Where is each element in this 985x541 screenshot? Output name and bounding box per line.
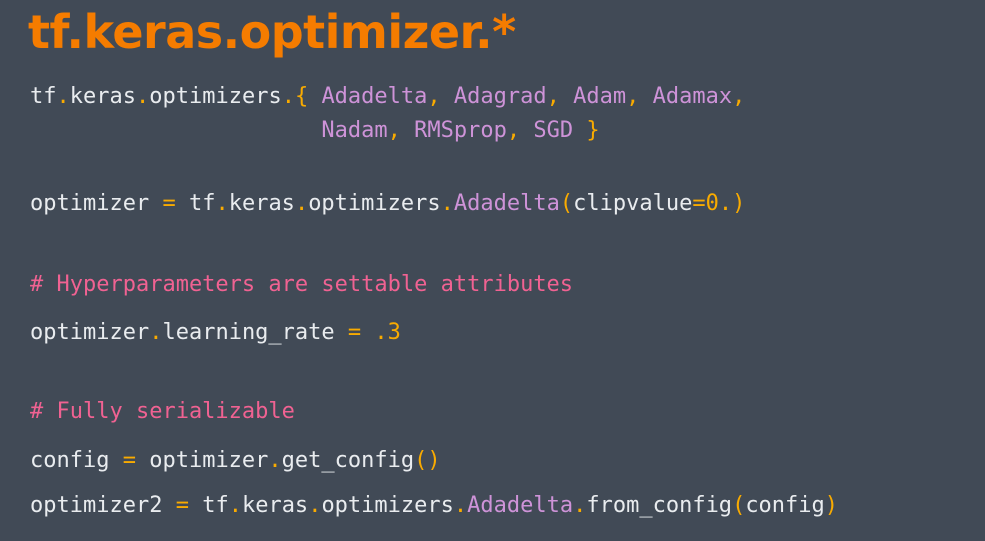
- code-token: optimizer2: [30, 493, 176, 518]
- code-token: .: [281, 84, 295, 109]
- code-token: (): [414, 448, 441, 473]
- code-line-optimizers-list: tf.keras.optimizers.{ Adadelta, Adagrad,…: [30, 80, 745, 114]
- code-token: Adagrad: [453, 84, 547, 109]
- code-block: tf.keras.optimizers.{ Adadelta, Adagrad,…: [30, 80, 838, 530]
- code-token: .: [268, 448, 282, 473]
- code-token: Adam: [573, 84, 627, 109]
- code-token: ,: [546, 84, 574, 109]
- code-token: (: [559, 191, 574, 216]
- code-line-from-config: optimizer2 = tf.keras.optimizers.Adadelt…: [30, 489, 838, 523]
- code-line-get-config: config = optimizer.get_config(): [30, 444, 441, 478]
- code-token: ,: [626, 84, 653, 109]
- code-token: tf: [188, 493, 229, 518]
- code-token: config: [30, 448, 123, 473]
- code-line-optimizers-list-cont: Nadam, RMSprop, SGD }: [30, 114, 600, 148]
- code-token: optimizers: [308, 191, 441, 216]
- code-token: {: [294, 84, 322, 109]
- code-token: SGD: [533, 118, 574, 143]
- code-token: keras: [69, 84, 136, 109]
- code-token: get_config: [281, 448, 415, 473]
- code-token: Adamax: [652, 84, 733, 109]
- code-token: ): [824, 493, 839, 518]
- code-token: .: [215, 191, 229, 216]
- code-token: tf: [30, 84, 57, 109]
- code-token: optimizers: [149, 84, 282, 109]
- code-token: optimizer: [135, 448, 269, 473]
- code-token: learning_rate: [162, 320, 348, 345]
- code-token: .: [135, 84, 150, 109]
- code-token: .: [573, 493, 587, 518]
- code-line-optimizer-assign: optimizer = tf.keras.optimizers.Adadelta…: [30, 187, 745, 221]
- code-token: RMSprop: [414, 118, 507, 143]
- code-token: .: [149, 320, 163, 345]
- slide-title: tf.keras.optimizer.*: [28, 5, 516, 59]
- code-token: ): [732, 191, 746, 216]
- code-token: ,: [427, 84, 454, 109]
- code-token: .: [440, 191, 454, 216]
- code-token: Adadelta: [467, 493, 574, 518]
- code-token: ,: [387, 118, 415, 143]
- code-token: clipvalue: [573, 191, 693, 216]
- code-token: keras: [228, 191, 295, 216]
- code-token: from_config: [586, 493, 733, 518]
- code-token: (: [732, 493, 746, 518]
- code-token: keras: [241, 493, 309, 518]
- code-token: .: [228, 493, 242, 518]
- code-comment-hyperparameters: # Hyperparameters are settable attribute…: [30, 272, 574, 297]
- code-token: =: [122, 448, 136, 473]
- code-token: ,: [732, 84, 746, 109]
- code-token: Adadelta: [321, 84, 428, 109]
- code-token: optimizer: [30, 320, 150, 345]
- code-token: = .3: [347, 320, 401, 345]
- code-token: optimizers: [321, 493, 454, 518]
- code-token: .: [294, 191, 309, 216]
- code-token: =: [175, 493, 189, 518]
- code-token: config: [745, 493, 825, 518]
- code-token: Adadelta: [453, 191, 560, 216]
- code-token: =0.: [692, 191, 733, 216]
- code-token: }: [573, 118, 600, 143]
- code-token: ,: [506, 118, 534, 143]
- code-comment-serializable: # Fully serializable: [30, 399, 295, 424]
- code-line-learning-rate: optimizer.learning_rate = .3: [30, 316, 401, 350]
- code-token: Nadam: [321, 118, 388, 143]
- code-token: .: [453, 493, 468, 518]
- code-token: optimizer: [30, 191, 163, 216]
- code-token: tf: [175, 191, 216, 216]
- code-token: =: [162, 191, 176, 216]
- code-token: .: [56, 84, 70, 109]
- code-token: .: [308, 493, 322, 518]
